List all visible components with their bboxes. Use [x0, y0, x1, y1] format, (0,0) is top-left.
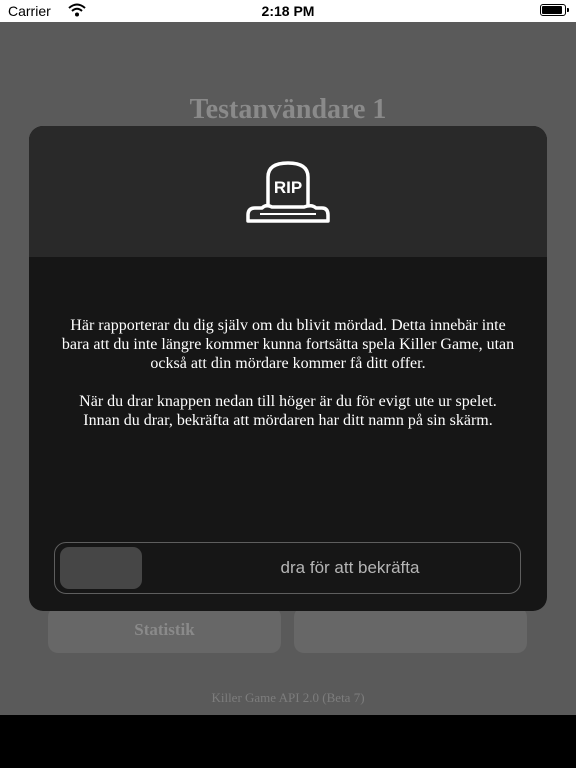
- confirm-slider[interactable]: dra för att bekräfta: [54, 542, 521, 594]
- modal-header: RIP: [29, 126, 547, 257]
- battery-icon: [540, 4, 569, 16]
- slider-handle[interactable]: [60, 547, 142, 589]
- statistics-button[interactable]: Statistik: [48, 607, 281, 653]
- rip-text: RIP: [274, 178, 302, 197]
- player-name-title: Testanvändare 1: [189, 94, 387, 125]
- status-time: 2:18 PM: [261, 3, 315, 19]
- modal-paragraph-2: När du drar knappen nedan till höger är …: [79, 393, 497, 429]
- report-death-modal: RIP Här rapporterar du dig själv om du b…: [29, 126, 547, 611]
- modal-message: Här rapporterar du dig själv om du blivi…: [59, 316, 517, 449]
- secondary-button[interactable]: [294, 607, 527, 653]
- modal-paragraph-1: Här rapporterar du dig själv om du blivi…: [61, 317, 515, 372]
- status-bar: Carrier 2:18 PM: [0, 0, 576, 22]
- version-footer: Killer Game API 2.0 (Beta 7): [211, 690, 365, 705]
- statistics-button-label: Statistik: [134, 620, 195, 639]
- slider-label: dra för att bekräfta: [280, 558, 420, 577]
- tombstone-icon: RIP: [246, 161, 330, 223]
